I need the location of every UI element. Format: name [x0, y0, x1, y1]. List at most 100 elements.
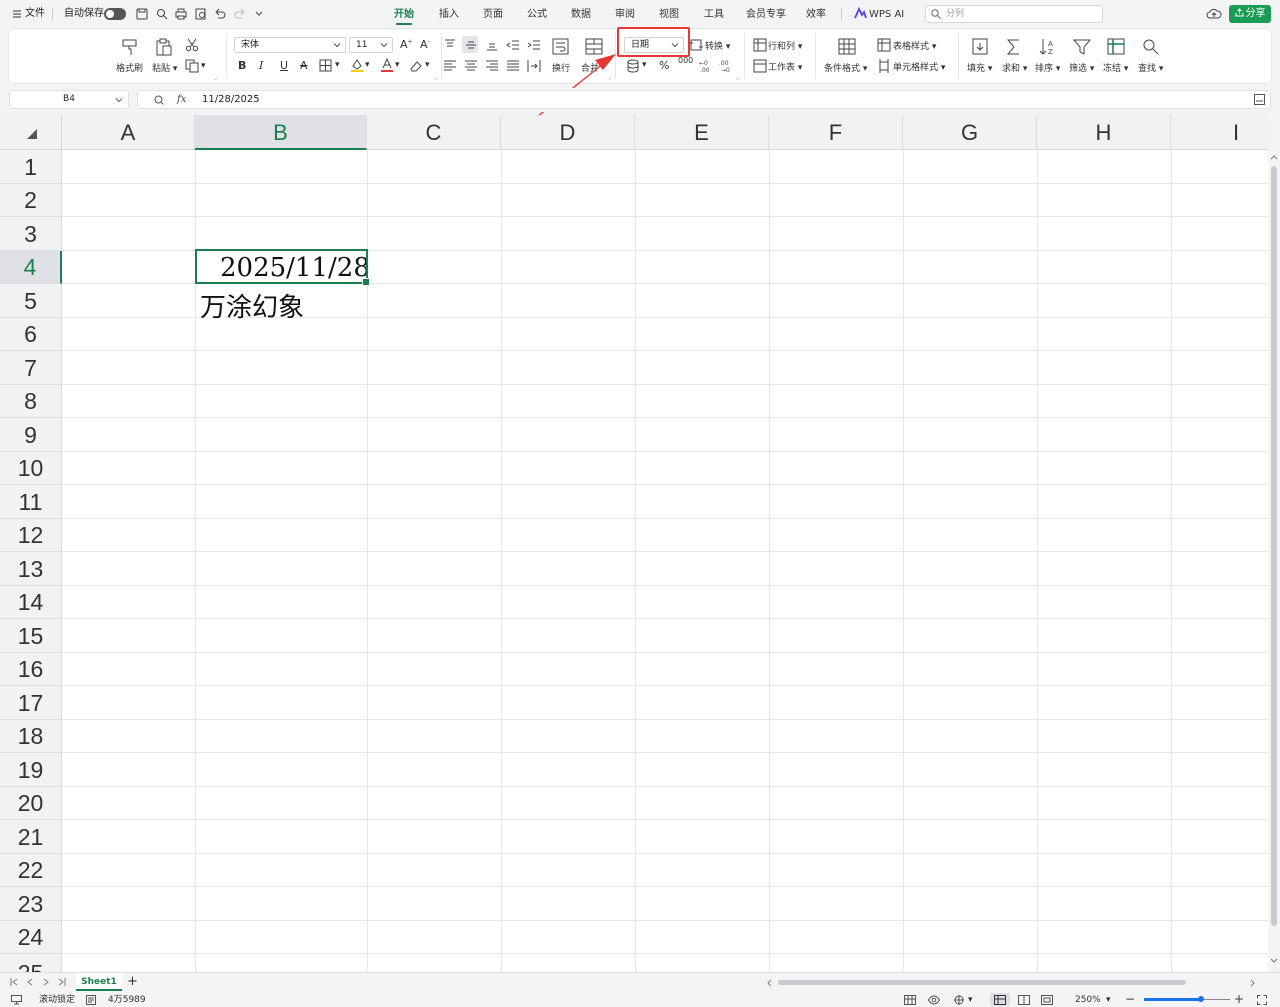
row-header-20[interactable]: 20: [0, 787, 62, 820]
zoom-out-button[interactable]: −: [1125, 993, 1135, 1007]
sheet-info-icon[interactable]: [86, 995, 96, 1005]
row-header-11[interactable]: 11: [0, 485, 62, 519]
zoom-slider-fill: [1144, 998, 1201, 1001]
cell-b5[interactable]: 万涂幻象: [200, 287, 304, 324]
last-sheet-icon[interactable]: [58, 978, 66, 986]
grid-line: [62, 652, 1268, 653]
name-box[interactable]: B4: [9, 90, 129, 109]
grid-line: [62, 216, 1268, 217]
first-sheet-icon[interactable]: [10, 978, 18, 986]
next-sheet-icon[interactable]: [42, 978, 50, 986]
grid-line: [62, 920, 1268, 921]
column-header-c[interactable]: C: [367, 115, 501, 150]
chevron-down-icon: [115, 98, 123, 103]
grid-line: [62, 953, 1268, 954]
row-header-9[interactable]: 9: [0, 418, 62, 452]
column-header-g[interactable]: G: [903, 115, 1037, 150]
row-header-1[interactable]: 1: [0, 150, 62, 184]
grid-line: [62, 384, 1268, 385]
zoom-level[interactable]: 250%: [1075, 993, 1101, 1007]
zoom-in-button[interactable]: +: [1234, 993, 1244, 1007]
chevron-up-icon[interactable]: [1270, 154, 1278, 160]
grid-line: [62, 417, 1268, 418]
row-header-21[interactable]: 21: [0, 820, 62, 854]
row-header-16[interactable]: 16: [0, 653, 62, 686]
row-header-12[interactable]: 12: [0, 519, 62, 552]
column-header-h[interactable]: H: [1037, 115, 1171, 150]
grid-line: [1171, 150, 1172, 972]
expand-formula-icon[interactable]: [1254, 94, 1265, 105]
grid-line: [62, 451, 1268, 452]
add-sheet-button[interactable]: +: [127, 973, 138, 991]
prev-sheet-icon[interactable]: [26, 978, 34, 986]
scroll-lock-label[interactable]: 滚动锁定: [39, 993, 75, 1007]
sheet-tab-bar: Sheet1 +: [0, 972, 1280, 992]
scroll-left-icon[interactable]: [766, 979, 772, 987]
normal-view-icon[interactable]: [994, 995, 1006, 1005]
fx-icon[interactable]: fx: [177, 91, 186, 108]
column-header-f[interactable]: F: [769, 115, 903, 150]
row-header-25[interactable]: 25: [0, 954, 62, 972]
sheet-tab-sheet1[interactable]: Sheet1: [76, 973, 122, 991]
column-header-i[interactable]: I: [1171, 115, 1268, 150]
column-header-b[interactable]: B: [195, 115, 367, 150]
row-header-24[interactable]: 24: [0, 921, 62, 954]
grid-line: [62, 853, 1268, 854]
grid-line: [1037, 150, 1038, 972]
word-count: 4万5989: [108, 995, 146, 1005]
selected-cell-b4[interactable]: [195, 249, 370, 286]
row-header-17[interactable]: 17: [0, 686, 62, 720]
column-header-d[interactable]: D: [501, 115, 635, 150]
grid-line: [62, 350, 1268, 351]
horizontal-scroll-thumb[interactable]: [778, 980, 1186, 985]
row-header-7[interactable]: 7: [0, 351, 62, 385]
formula-input[interactable]: fx 11/28/2025: [137, 90, 1271, 109]
row-header-6[interactable]: 6: [0, 318, 62, 351]
spreadsheet-app: 文件 自动保存 开始 插入 页面 公式 数据 审阅 视图 工具 会员专享 效率 …: [0, 0, 1280, 1007]
vertical-scroll-thumb[interactable]: [1271, 166, 1277, 926]
vertical-scrollbar[interactable]: [1268, 150, 1280, 972]
row-header-4[interactable]: 4: [0, 251, 62, 284]
name-box-value: B4: [63, 94, 75, 104]
formula-bar: B4 fx 11/28/2025: [0, 88, 1280, 112]
grid-line: [62, 819, 1268, 820]
select-all-corner[interactable]: [0, 115, 62, 150]
zoom-dropdown[interactable]: ▾: [1106, 993, 1111, 1007]
row-header-13[interactable]: 13: [0, 552, 62, 586]
column-header-e[interactable]: E: [635, 115, 769, 150]
status-bar: 滚动锁定 4万5989 ▾ 250% ▾ − +: [0, 992, 1280, 1007]
eye-protection-icon[interactable]: [927, 995, 941, 1005]
row-header-22[interactable]: 22: [0, 854, 62, 887]
column-header-a[interactable]: A: [62, 115, 195, 150]
grid-line: [903, 150, 904, 972]
grid-line: [62, 719, 1268, 720]
macro-icon[interactable]: [11, 995, 22, 1005]
row-header-3[interactable]: 3: [0, 217, 62, 251]
page-layout-icon[interactable]: [1018, 995, 1030, 1005]
grid-line: [62, 585, 1268, 586]
grid-line: [62, 518, 1268, 519]
navigate-dropdown[interactable]: ▾: [968, 993, 973, 1007]
page-break-icon[interactable]: [1041, 995, 1053, 1005]
row-header-10[interactable]: 10: [0, 452, 62, 485]
fullscreen-icon[interactable]: [1257, 995, 1267, 1005]
chevron-down-icon[interactable]: [1270, 958, 1278, 964]
row-header-18[interactable]: 18: [0, 720, 62, 753]
scroll-right-icon[interactable]: [1250, 979, 1256, 987]
row-header-5[interactable]: 5: [0, 284, 62, 318]
row-header-2[interactable]: 2: [0, 184, 62, 217]
row-header-14[interactable]: 14: [0, 586, 62, 619]
grid-line: [62, 484, 1268, 485]
zoom-icon[interactable]: [154, 95, 164, 105]
grid-line: [62, 752, 1268, 753]
spreadsheet-grid[interactable]: A B C D E F G H I 1 2 3 4 5 6 7 8 9 10 1…: [0, 115, 1268, 972]
grid-line: [62, 551, 1268, 552]
row-header-19[interactable]: 19: [0, 753, 62, 787]
table-view-icon[interactable]: [904, 995, 916, 1005]
row-header-23[interactable]: 23: [0, 887, 62, 921]
zoom-slider-handle[interactable]: [1198, 996, 1204, 1002]
row-header-8[interactable]: 8: [0, 385, 62, 418]
row-header-15[interactable]: 15: [0, 619, 62, 653]
formula-text: 11/28/2025: [202, 94, 260, 105]
navigate-icon[interactable]: [953, 995, 965, 1005]
